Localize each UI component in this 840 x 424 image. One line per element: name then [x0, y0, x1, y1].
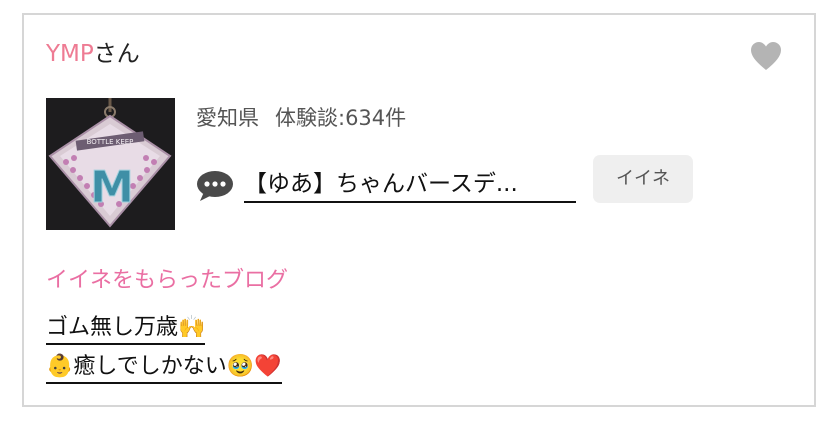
location-label: 愛知県 [196, 106, 259, 130]
thumbnail-label: BOTTLE KEEP [87, 138, 134, 146]
liked-blog-link[interactable]: 👶癒しでしかない🥹❤️ [46, 352, 282, 384]
speech-bubble-icon [196, 170, 234, 202]
review-count: 体験談:634件 [275, 106, 407, 130]
user-name[interactable]: YMP [46, 41, 94, 67]
user-honorific: さん [93, 41, 140, 67]
thumbnail-letter: M [90, 162, 134, 213]
meta-row: 愛知県 体験談:634件 [196, 103, 406, 133]
post-title-link[interactable]: 【ゆあ】ちゃんバースデ... [244, 167, 576, 203]
liked-blogs-heading: イイネをもらったブログ [46, 268, 289, 293]
user-row[interactable]: YMPさん [46, 39, 140, 69]
profile-thumbnail[interactable]: BOTTLE KEEP M [46, 98, 175, 230]
review-card: YMPさん BOTTLE KEEP M 愛知県 体験談:634件 【ゆあ】ちゃん… [22, 13, 816, 407]
iine-button[interactable]: イイネ [593, 155, 693, 203]
heart-icon[interactable] [750, 41, 782, 71]
liked-blog-link[interactable]: ゴム無し万歳🙌 [46, 313, 206, 345]
